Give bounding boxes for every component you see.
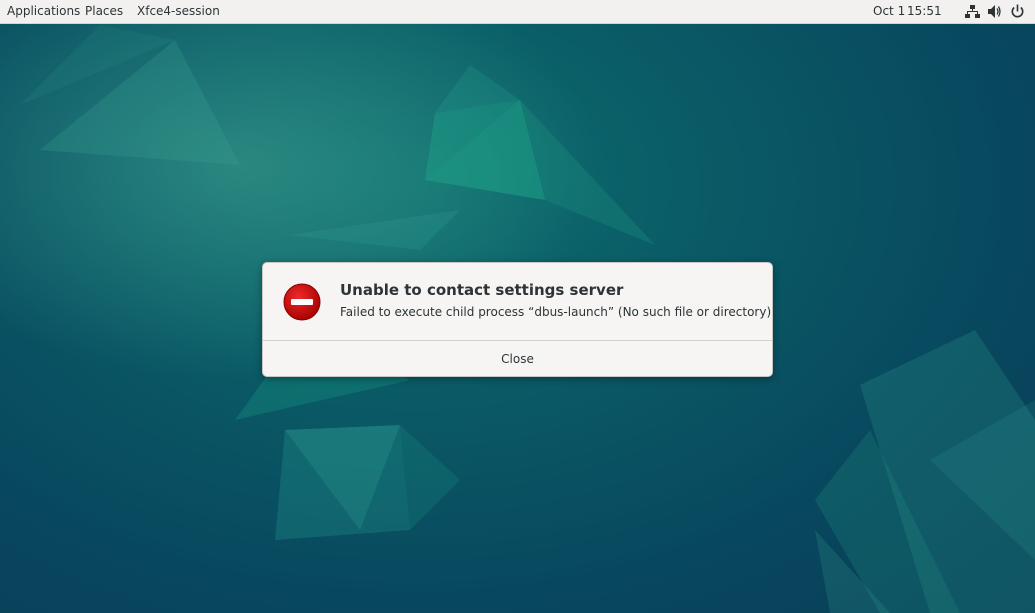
desktop: Applications Places Xfce4-session Oct 1 … (0, 0, 1035, 613)
error-dialog: Unable to contact settings server Failed… (262, 262, 773, 377)
power-icon[interactable] (1010, 4, 1025, 19)
app-menu[interactable]: Xfce4-session (137, 0, 220, 23)
dialog-title: Unable to contact settings server (340, 281, 624, 299)
places-menu[interactable]: Places (85, 0, 123, 23)
error-icon (283, 283, 321, 321)
top-panel: Applications Places Xfce4-session Oct 1 … (0, 0, 1035, 24)
clock-time[interactable]: 15:51 (907, 0, 942, 23)
dialog-message: Failed to execute child process “dbus-la… (340, 305, 772, 319)
applications-menu[interactable]: Applications (7, 0, 80, 23)
clock-date[interactable]: Oct 1 (873, 0, 905, 23)
network-icon[interactable] (965, 4, 980, 19)
volume-icon[interactable] (987, 4, 1002, 19)
close-button[interactable]: Close (263, 341, 772, 376)
